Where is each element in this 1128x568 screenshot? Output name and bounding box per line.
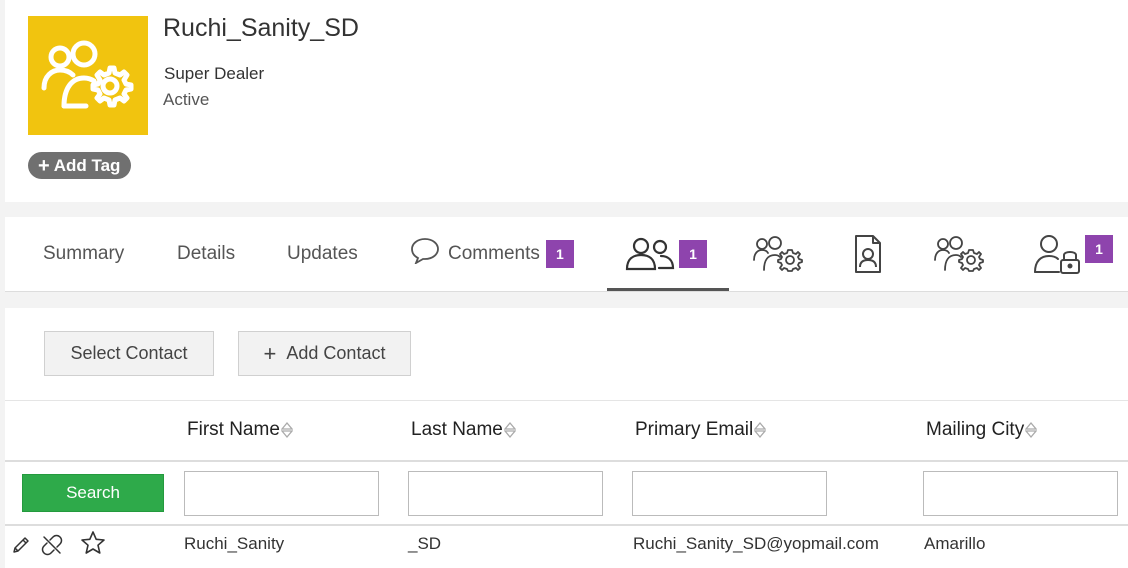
edit-icon[interactable] [11,535,31,555]
record-avatar [28,16,148,135]
record-title: Ruchi_Sanity_SD [163,14,359,42]
permissions-count-badge: 1 [1085,235,1113,263]
users-gear-icon [753,236,803,272]
table-row: Ruchi_Sanity _SD Ruchi_Sanity_SD@yopmail… [5,528,1128,564]
tab-details[interactable]: Details [177,217,235,291]
users-gear-icon [934,236,984,272]
tab-users-settings[interactable] [753,217,803,291]
tab-label: Details [177,243,236,264]
tab-users-settings-2[interactable] [934,217,984,291]
sort-icon [1025,421,1038,439]
last-name-cell: _SD [408,534,442,553]
comment-icon [411,238,439,264]
last-name-filter-input[interactable] [408,471,603,516]
primary-email-cell: Ruchi_Sanity_SD@yopmail.com [633,534,879,553]
first-name-cell: Ruchi_Sanity [184,534,285,553]
search-label: Search [66,483,120,502]
filter-row: Search [5,464,1128,526]
tab-documents[interactable] [853,217,883,291]
user-lock-icon [1034,235,1080,274]
tab-user-permissions[interactable]: 1 [1033,217,1113,291]
column-label: Mailing City [926,419,1025,440]
tab-comments[interactable]: Comments 1 [410,217,574,291]
plus-icon: + [38,154,50,177]
column-header-first-name[interactable]: First Name [187,419,293,441]
table-header: First Name Last Name Primary Email Maili… [5,400,1128,462]
record-status: Active [163,90,210,109]
tab-label: Summary [43,243,125,264]
mailing-city-filter-input[interactable] [923,471,1118,516]
tab-label: Updates [287,243,358,264]
unlink-icon[interactable] [41,534,63,556]
mailing-city-cell: Amarillo [924,534,986,553]
select-contact-label: Select Contact [70,343,188,363]
tab-summary[interactable]: Summary [43,217,124,291]
tab-label: Comments [448,243,540,264]
add-contact-button[interactable]: + Add Contact [238,331,411,376]
column-label: First Name [187,419,280,440]
add-tag-button[interactable]: + Add Tag [28,152,132,179]
column-header-last-name[interactable]: Last Name [411,419,516,441]
sort-icon [503,421,516,439]
first-name-filter-input[interactable] [184,471,379,516]
select-contact-button[interactable]: Select Contact [44,331,214,376]
document-user-icon [855,235,881,273]
users-gear-icon [41,40,134,108]
contacts-icon [625,237,675,271]
sort-icon [280,421,293,439]
add-contact-label: Add Contact [286,343,386,363]
comments-count-badge: 1 [545,240,574,268]
column-label: Last Name [411,419,503,440]
star-icon[interactable] [80,530,106,556]
search-button[interactable]: Search [22,474,164,512]
contacts-panel: Select Contact + Add Contact First Name … [5,308,1128,568]
column-header-mailing-city[interactable]: Mailing City [926,419,1038,441]
contacts-count-badge: 1 [679,240,707,268]
record-type: Super Dealer [164,64,265,83]
primary-email-filter-input[interactable] [632,471,827,516]
tab-bar: Summary Details Updates Comments 1 1 1 [5,217,1128,292]
sort-icon [754,421,767,439]
record-header: Ruchi_Sanity_SD Super Dealer Active + Ad… [5,0,1128,202]
column-label: Primary Email [635,419,754,440]
column-header-primary-email[interactable]: Primary Email [635,419,767,441]
add-tag-label: Add Tag [53,155,121,175]
tab-contacts[interactable]: 1 [607,217,729,291]
plus-icon: + [263,340,277,366]
tab-updates[interactable]: Updates [287,217,358,291]
